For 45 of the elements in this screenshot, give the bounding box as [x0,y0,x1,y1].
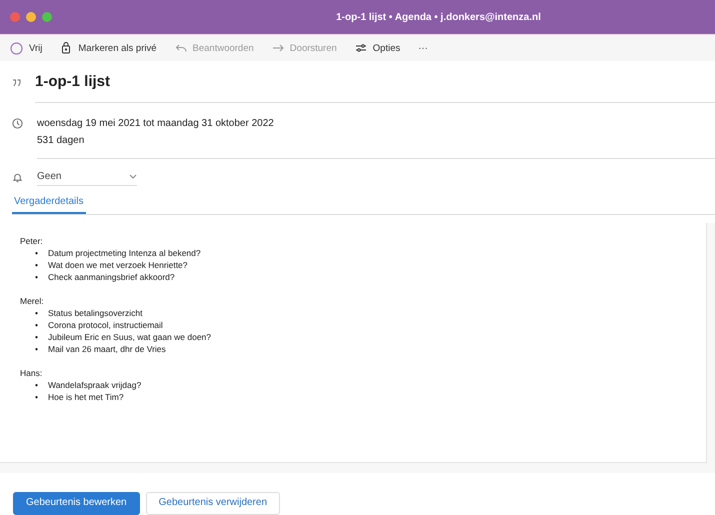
lock-icon [60,42,72,54]
clock-icon [12,118,23,129]
arrow-right-icon [272,42,284,54]
toolbar-button[interactable]: Opties [354,42,400,54]
bullet-mark: • [35,379,38,391]
event-duration: 531 dagen [37,134,86,148]
person-name: Merel: [20,295,45,307]
agenda-item: Datum projectmeting Intenza al bekend? [48,247,201,259]
agenda-item: Corona protocol, instructiemail [48,319,163,331]
bell-icon [12,172,23,183]
bullet-mark: • [35,391,38,403]
close-button[interactable] [10,12,20,22]
agenda-item: Hoe is het met Tim? [48,391,124,403]
agenda-item: Wat doen we met verzoek Henriette? [48,259,188,271]
agenda-item: Status betalingsoverzicht [48,307,142,319]
chevron-down-icon [129,174,137,179]
bullet-mark: • [35,343,38,355]
reminder-dropdown[interactable]: Geen [37,168,137,186]
status-circle-icon [10,42,23,54]
edit-event-button[interactable]: Gebeurtenis bewerken [13,492,140,515]
agenda-item: Wandelafspraak vrijdag? [48,379,142,391]
event-title: 1-op-1 lijst [35,73,112,90]
delete-event-button[interactable]: Gebeurtenis verwijderen [146,492,280,515]
window-title: 1-op-1 lijst • Agenda • j.donkers@intenza.nl [335,12,541,22]
bullet-mark: • [35,331,38,343]
toolbar-button[interactable]: Vrij [10,42,42,54]
agenda-item: Check aanmaningsbrief akkoord? [48,271,175,283]
reply-arrow-icon [174,42,187,54]
toolbar-button[interactable]: Markeren als privé [60,42,157,54]
sliders-icon [354,42,367,54]
event-date-range: woensdag 19 mei 2021 tot maandag 31 oktober 2022 [37,117,275,131]
bullet-mark: • [35,319,38,331]
bullet-mark: • [35,307,38,319]
tab[interactable]: Vergaderdetails [12,196,86,214]
person-name: Hans: [20,367,44,379]
agenda-item: Mail van 26 maart, dhr de Vries [48,343,166,355]
bullet-mark: • [35,247,38,259]
more-button[interactable]: ··· [418,42,428,54]
zoom-button[interactable] [42,12,52,22]
person-name: Peter: [20,235,44,247]
agenda-item: Jubileum Eric en Suus, wat gaan we doen? [48,331,211,343]
bullet-mark: • [35,271,38,283]
quote-icon [12,79,21,87]
minimize-button[interactable] [26,12,36,22]
bullet-mark: • [35,259,38,271]
